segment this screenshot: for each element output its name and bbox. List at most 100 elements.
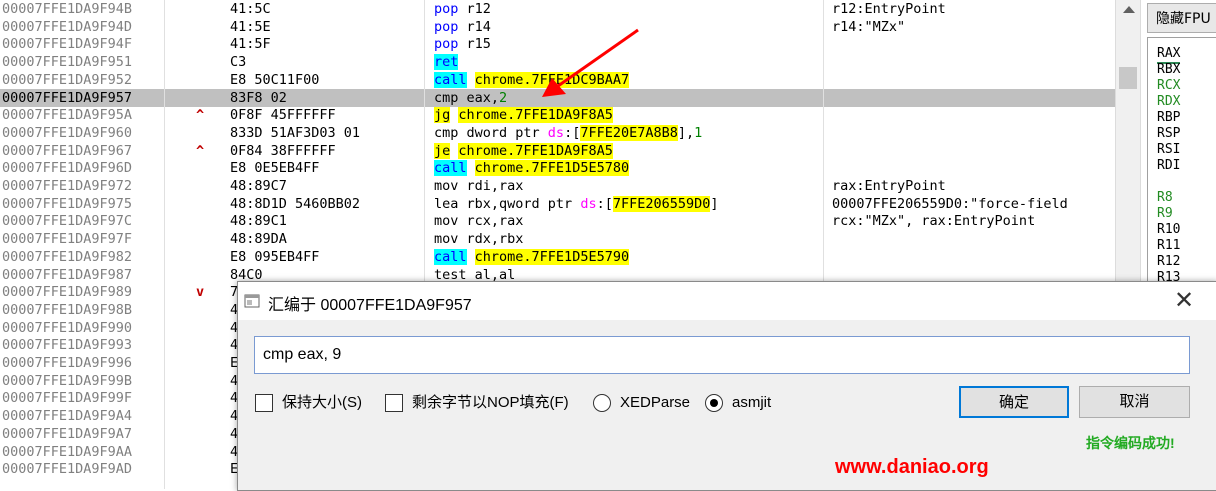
window-icon	[244, 294, 260, 308]
keep-size-label: 保持大小(S)	[282, 394, 362, 411]
xedparse-label: XEDParse	[620, 394, 691, 411]
instruction-cell: cmp eax,2	[434, 89, 507, 107]
bytes-cell: 48:89C7	[230, 178, 287, 194]
assemble-dialog: 汇编于 00007FFE1DA9F957 ✕ 保持大小(S) 剩余字节以NOP填…	[237, 281, 1216, 491]
disasm-row[interactable]: 00007FFE1DA9F951 C3 ret	[0, 53, 1115, 71]
operand: chrome.7FFE1D5E5790	[474, 248, 630, 265]
disasm-row[interactable]: 00007FFE1DA9F94B 41:5C pop r12 r12:EntryPoi…	[0, 0, 1115, 18]
address-cell: 00007FFE1DA9F97C	[2, 213, 133, 230]
address-cell: 00007FFE1DA9F989	[2, 284, 133, 301]
disasm-row[interactable]: 00007FFE1DA9F960 833D 51AF3D03 01 cmp dwor…	[0, 124, 1115, 142]
operand: chrome.7FFE1DA9F8A5	[458, 142, 613, 159]
instruction-cell: call chrome.7FFE1D5E5790	[434, 248, 630, 266]
instruction-cell: pop r12	[434, 0, 491, 18]
address-cell: 00007FFE1DA9F951	[2, 54, 133, 71]
mnemonic: pop	[434, 18, 459, 35]
register-r10[interactable]: R10	[1157, 222, 1180, 238]
disasm-row[interactable]: 00007FFE1DA9F94F 41:5F pop r15	[0, 35, 1115, 53]
disasm-row[interactable]: 00007FFE1DA9F967 ^ 0F84 38FFFFFF je chrome.…	[0, 142, 1115, 160]
scroll-up-icon[interactable]	[1123, 6, 1135, 13]
address-cell: 00007FFE1DA9F987	[2, 266, 133, 283]
address-cell: 00007FFE1DA9F957	[2, 89, 133, 106]
disasm-row[interactable]: 00007FFE1DA9F975 48:8D1D 5460BB02 lea rbx,…	[0, 195, 1115, 213]
assembly-input[interactable]	[254, 336, 1190, 374]
bytes-cell: E8 095EB4FF	[230, 248, 320, 265]
comment-cell: r14:"MZx"	[832, 18, 906, 35]
register-rbp[interactable]: RBP	[1157, 110, 1180, 126]
mnemonic: mov	[434, 213, 459, 230]
operand: 7FFE20E7A8B8	[580, 124, 678, 141]
operand: 2	[499, 89, 508, 106]
register-rsi[interactable]: RSI	[1157, 142, 1180, 158]
column-separator	[164, 0, 165, 489]
mnemonic: lea	[434, 195, 459, 212]
disasm-row[interactable]: 00007FFE1DA9F97F 48:89DA mov rdx,rbx	[0, 230, 1115, 248]
register-r9[interactable]: R9	[1157, 206, 1173, 222]
address-cell: 00007FFE1DA9F9A4	[2, 408, 133, 425]
instruction-cell: pop r15	[434, 35, 491, 53]
comment-cell: r12:EntryPoint	[832, 1, 946, 17]
ok-button[interactable]: 确定	[959, 386, 1069, 418]
operand: :[	[564, 124, 581, 141]
keep-size-checkbox[interactable]	[255, 394, 273, 412]
bytes-cell: C3	[230, 54, 247, 71]
dialog-titlebar[interactable]: 汇编于 00007FFE1DA9F957 ✕	[238, 282, 1216, 320]
bytes-cell: 48:8D1D 5460BB02	[230, 195, 361, 212]
cancel-button[interactable]: 取消	[1079, 386, 1190, 418]
operand: rdi,rax	[458, 178, 524, 194]
asmjit-radio[interactable]	[705, 394, 723, 412]
register-rdx[interactable]: RDX	[1157, 94, 1180, 110]
disasm-row[interactable]: 00007FFE1DA9F982 E8 095EB4FF call chrome.7…	[0, 248, 1115, 266]
close-icon[interactable]: ✕	[1167, 285, 1201, 317]
mnemonic: call	[434, 248, 467, 265]
register-rsp[interactable]: RSP	[1157, 126, 1180, 142]
fill-nop-checkbox[interactable]	[385, 394, 403, 412]
jump-up-icon: ^	[196, 142, 205, 159]
operand: r15	[458, 36, 491, 53]
operand: rbx,qword ptr	[458, 195, 581, 212]
xedparse-radio[interactable]	[593, 394, 611, 412]
register-r11[interactable]: R11	[1157, 238, 1180, 254]
operand: ]	[710, 195, 719, 212]
register-rbx[interactable]: RBX	[1157, 62, 1180, 78]
instruction-cell: je chrome.7FFE1DA9F8A5	[434, 142, 613, 160]
address-cell: 00007FFE1DA9F975	[2, 195, 133, 212]
mnemonic: pop	[434, 36, 459, 53]
disasm-row[interactable]: 00007FFE1DA9F96D E8 0E5EB4FF call chrome.7…	[0, 159, 1115, 177]
mnemonic: je	[434, 142, 451, 159]
instruction-cell: jg chrome.7FFE1DA9F8A5	[434, 106, 613, 124]
address-cell: 00007FFE1DA9F972	[2, 178, 133, 194]
address-cell: 00007FFE1DA9F94B	[2, 1, 133, 17]
register-r8[interactable]: R8	[1157, 190, 1173, 206]
instruction-cell: ret	[434, 53, 459, 71]
address-cell: 00007FFE1DA9F98B	[2, 301, 133, 318]
mnemonic: call	[434, 160, 467, 177]
register-rcx[interactable]: RCX	[1157, 78, 1180, 94]
mnemonic: mov	[434, 231, 459, 248]
register-rdi[interactable]: RDI	[1157, 158, 1180, 174]
mnemonic: jg	[434, 107, 451, 124]
hide-fpu-button[interactable]: 隐藏FPU	[1147, 3, 1216, 33]
disasm-row[interactable]: 00007FFE1DA9F972 48:89C7 mov rdi,rax rax:En…	[0, 177, 1115, 195]
operand: chrome.7FFE1D5E5780	[474, 160, 630, 177]
jump-up-icon: ^	[196, 107, 205, 124]
bytes-cell: 0F8F 45FFFFFF	[230, 107, 336, 124]
disasm-row[interactable]: 00007FFE1DA9F94D 41:5E pop r14 r14:"MZx"	[0, 18, 1115, 36]
asmjit-label: asmjit	[732, 394, 772, 411]
operand: dword ptr	[458, 124, 548, 141]
address-cell: 00007FFE1DA9F97F	[2, 231, 133, 248]
bytes-cell: 41:5E	[230, 18, 271, 35]
disasm-row[interactable]: 00007FFE1DA9F957 83F8 02 cmp eax,2	[0, 88, 1115, 107]
instruction-cell: call chrome.7FFE1DC9BAA7	[434, 71, 630, 89]
scroll-thumb[interactable]	[1119, 67, 1137, 89]
bytes-cell: 41:5F	[230, 36, 271, 53]
address-cell: 00007FFE1DA9F9AA	[2, 443, 133, 460]
jump-down-icon: v	[196, 284, 205, 301]
disasm-row[interactable]: 00007FFE1DA9F95A ^ 0F8F 45FFFFFF jg chrome.…	[0, 106, 1115, 124]
disasm-row[interactable]: 00007FFE1DA9F952 E8 50C11F00 call chrome.7…	[0, 71, 1115, 89]
operand: r12	[458, 1, 491, 17]
address-cell: 00007FFE1DA9F9AD	[2, 461, 133, 478]
register-r12[interactable]: R12	[1157, 254, 1180, 270]
watermark: www.daniao.org	[835, 456, 989, 478]
disasm-row[interactable]: 00007FFE1DA9F97C 48:89C1 mov rcx,rax rcx:"M…	[0, 212, 1115, 230]
